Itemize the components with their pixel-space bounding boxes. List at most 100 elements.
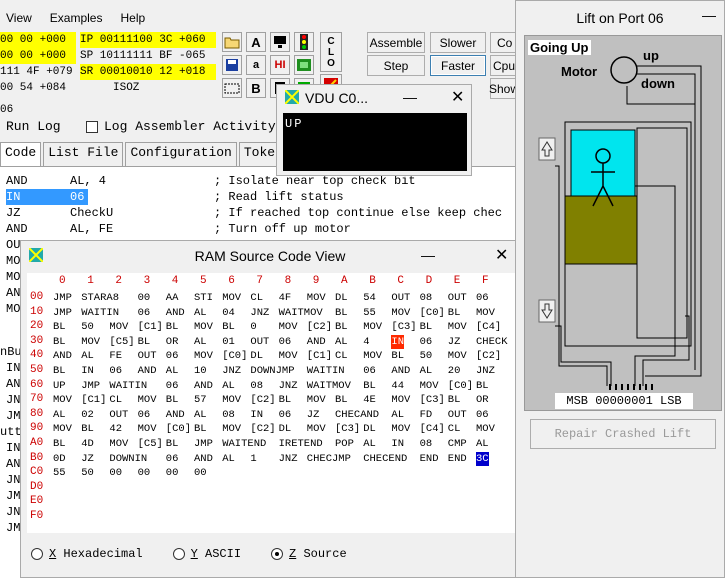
ram-cell[interactable]: 1 (250, 452, 256, 466)
ram-cell[interactable]: 55 (363, 306, 376, 320)
close-icon[interactable]: ✕ (451, 87, 464, 107)
ram-cell[interactable]: MOV (363, 349, 382, 363)
ram-cell[interactable]: AL (194, 335, 207, 349)
menu-view[interactable]: View (6, 11, 32, 25)
tab-code[interactable]: Code (0, 142, 42, 166)
ram-cell[interactable]: OUT (109, 408, 128, 422)
ram-cell[interactable]: 4F (279, 291, 292, 305)
ram-cell[interactable]: MOV (307, 291, 326, 305)
ram-cell[interactable]: [C0] (420, 306, 445, 320)
radio-dot[interactable] (31, 548, 43, 560)
ram-cell[interactable]: BL (53, 437, 66, 451)
ram-cell[interactable]: MOV (109, 437, 128, 451)
ram-cell[interactable]: DOWNJMP (250, 364, 294, 378)
ram-cell[interactable]: OUT (448, 291, 467, 305)
ram-cell[interactable]: DL (335, 291, 348, 305)
ram-cell[interactable]: [C0] (166, 422, 191, 436)
ram-cell[interactable]: BL (166, 320, 179, 334)
ram-cell[interactable]: BL (53, 364, 66, 378)
ram-cell[interactable]: [C2] (307, 320, 332, 334)
ram-cell[interactable]: 06 (279, 408, 292, 422)
ram-cell[interactable]: BL (335, 306, 348, 320)
ram-cell[interactable]: AND (53, 349, 72, 363)
show-button[interactable]: Show (489, 78, 519, 99)
ram-cell[interactable]: WAITIN (307, 364, 345, 378)
ram-cell[interactable]: AL (81, 349, 94, 363)
ram-cell[interactable]: JZ (448, 335, 461, 349)
ram-cell[interactable]: AND (194, 452, 213, 466)
ram-cell[interactable]: BL (335, 320, 348, 334)
ram-cell[interactable]: 4 (363, 335, 369, 349)
ram-cell[interactable]: AND (138, 364, 157, 378)
ram-cell[interactable]: MOV (194, 349, 213, 363)
ram-cell[interactable]: 06 (109, 364, 122, 378)
ram-cell[interactable]: [C1] (307, 349, 332, 363)
ram-cell[interactable]: 50 (420, 349, 433, 363)
ram-cell[interactable]: [C4] (420, 422, 445, 436)
ram-cell[interactable]: IN (81, 364, 94, 378)
ram-cell[interactable]: CL (448, 422, 461, 436)
ram-cell[interactable]: AND (391, 364, 410, 378)
letter-b-button[interactable]: B (246, 78, 266, 98)
minimize-icon[interactable]: — (421, 247, 435, 263)
ram-cell[interactable]: OUT (391, 291, 410, 305)
ram-cell[interactable]: [C0] (448, 379, 473, 393)
ram-cell[interactable]: [C0] (222, 349, 247, 363)
ram-cell[interactable]: WAITMOV (307, 379, 351, 393)
ram-cell[interactable]: CL (250, 291, 263, 305)
ram-cell[interactable]: 55 (53, 466, 66, 480)
ram-cell[interactable]: 00 (138, 291, 151, 305)
ram-cell[interactable]: MOV (279, 349, 298, 363)
ram-cell[interactable]: [C2] (476, 349, 501, 363)
ram-cell[interactable]: END (448, 452, 467, 466)
ram-cell[interactable]: [C4] (476, 320, 501, 334)
ram-cell[interactable]: AL (53, 408, 66, 422)
ram-cell[interactable]: BL (138, 335, 151, 349)
tab-configuration[interactable]: Configuration (125, 142, 237, 166)
ram-cell[interactable]: AND (307, 335, 326, 349)
ram-cell[interactable]: 00 (109, 466, 122, 480)
ram-cell[interactable]: BL (420, 320, 433, 334)
ram-cell[interactable]: JMP (53, 291, 72, 305)
ram-cell[interactable]: MOV (138, 422, 157, 436)
ram-cell[interactable]: 0D (53, 452, 66, 466)
ram-cell[interactable]: CL (335, 349, 348, 363)
ram-cell[interactable]: AL (335, 335, 348, 349)
ram-cell[interactable]: MOV (194, 320, 213, 334)
ram-cell[interactable]: JNZ (476, 364, 495, 378)
ram-cell[interactable]: CMP (448, 437, 467, 451)
ram-cell[interactable]: AA (166, 291, 179, 305)
ram-cell[interactable]: WAITIN (109, 379, 147, 393)
ram-cell[interactable]: WAITIN (81, 306, 119, 320)
ram-cell[interactable]: CHECK (476, 335, 508, 349)
faster-button[interactable]: Faster (430, 55, 486, 76)
ram-cell[interactable]: MOV (138, 393, 157, 407)
ram-cell[interactable]: JZ (307, 408, 320, 422)
ram-cell[interactable]: JNZ (222, 364, 241, 378)
ram-cell[interactable]: 4E (363, 393, 376, 407)
ram-cell[interactable]: AL (194, 408, 207, 422)
ram-cell[interactable]: OUT (250, 335, 269, 349)
ram-cell[interactable]: JMP (194, 437, 213, 451)
ram-cell[interactable]: AND (194, 379, 213, 393)
ram-cell[interactable]: 06 (138, 306, 151, 320)
ram-cell[interactable]: JZ (81, 452, 94, 466)
ram-cell[interactable]: MOV (391, 422, 410, 436)
monitor-icon[interactable] (270, 32, 290, 52)
ram-cell[interactable]: AL (476, 437, 489, 451)
ram-cell[interactable]: 0 (250, 320, 256, 334)
ram-cell[interactable]: DL (363, 422, 376, 436)
ram-cell[interactable]: AL (166, 364, 179, 378)
display-icon[interactable] (294, 55, 314, 75)
ram-cell[interactable]: 06 (166, 349, 179, 363)
ram-cell[interactable]: BL (335, 393, 348, 407)
ram-cell[interactable]: 57 (194, 393, 207, 407)
ram-cell[interactable]: 3C (476, 451, 489, 466)
ram-cell[interactable]: FE (109, 349, 122, 363)
ram-cell[interactable]: MOV (81, 335, 100, 349)
ram-cell[interactable]: 02 (81, 408, 94, 422)
ram-cell[interactable]: 06 (476, 408, 489, 422)
ram-cell[interactable]: 06 (166, 452, 179, 466)
ram-cell[interactable]: BL (222, 320, 235, 334)
ram-cell[interactable]: CL (109, 393, 122, 407)
